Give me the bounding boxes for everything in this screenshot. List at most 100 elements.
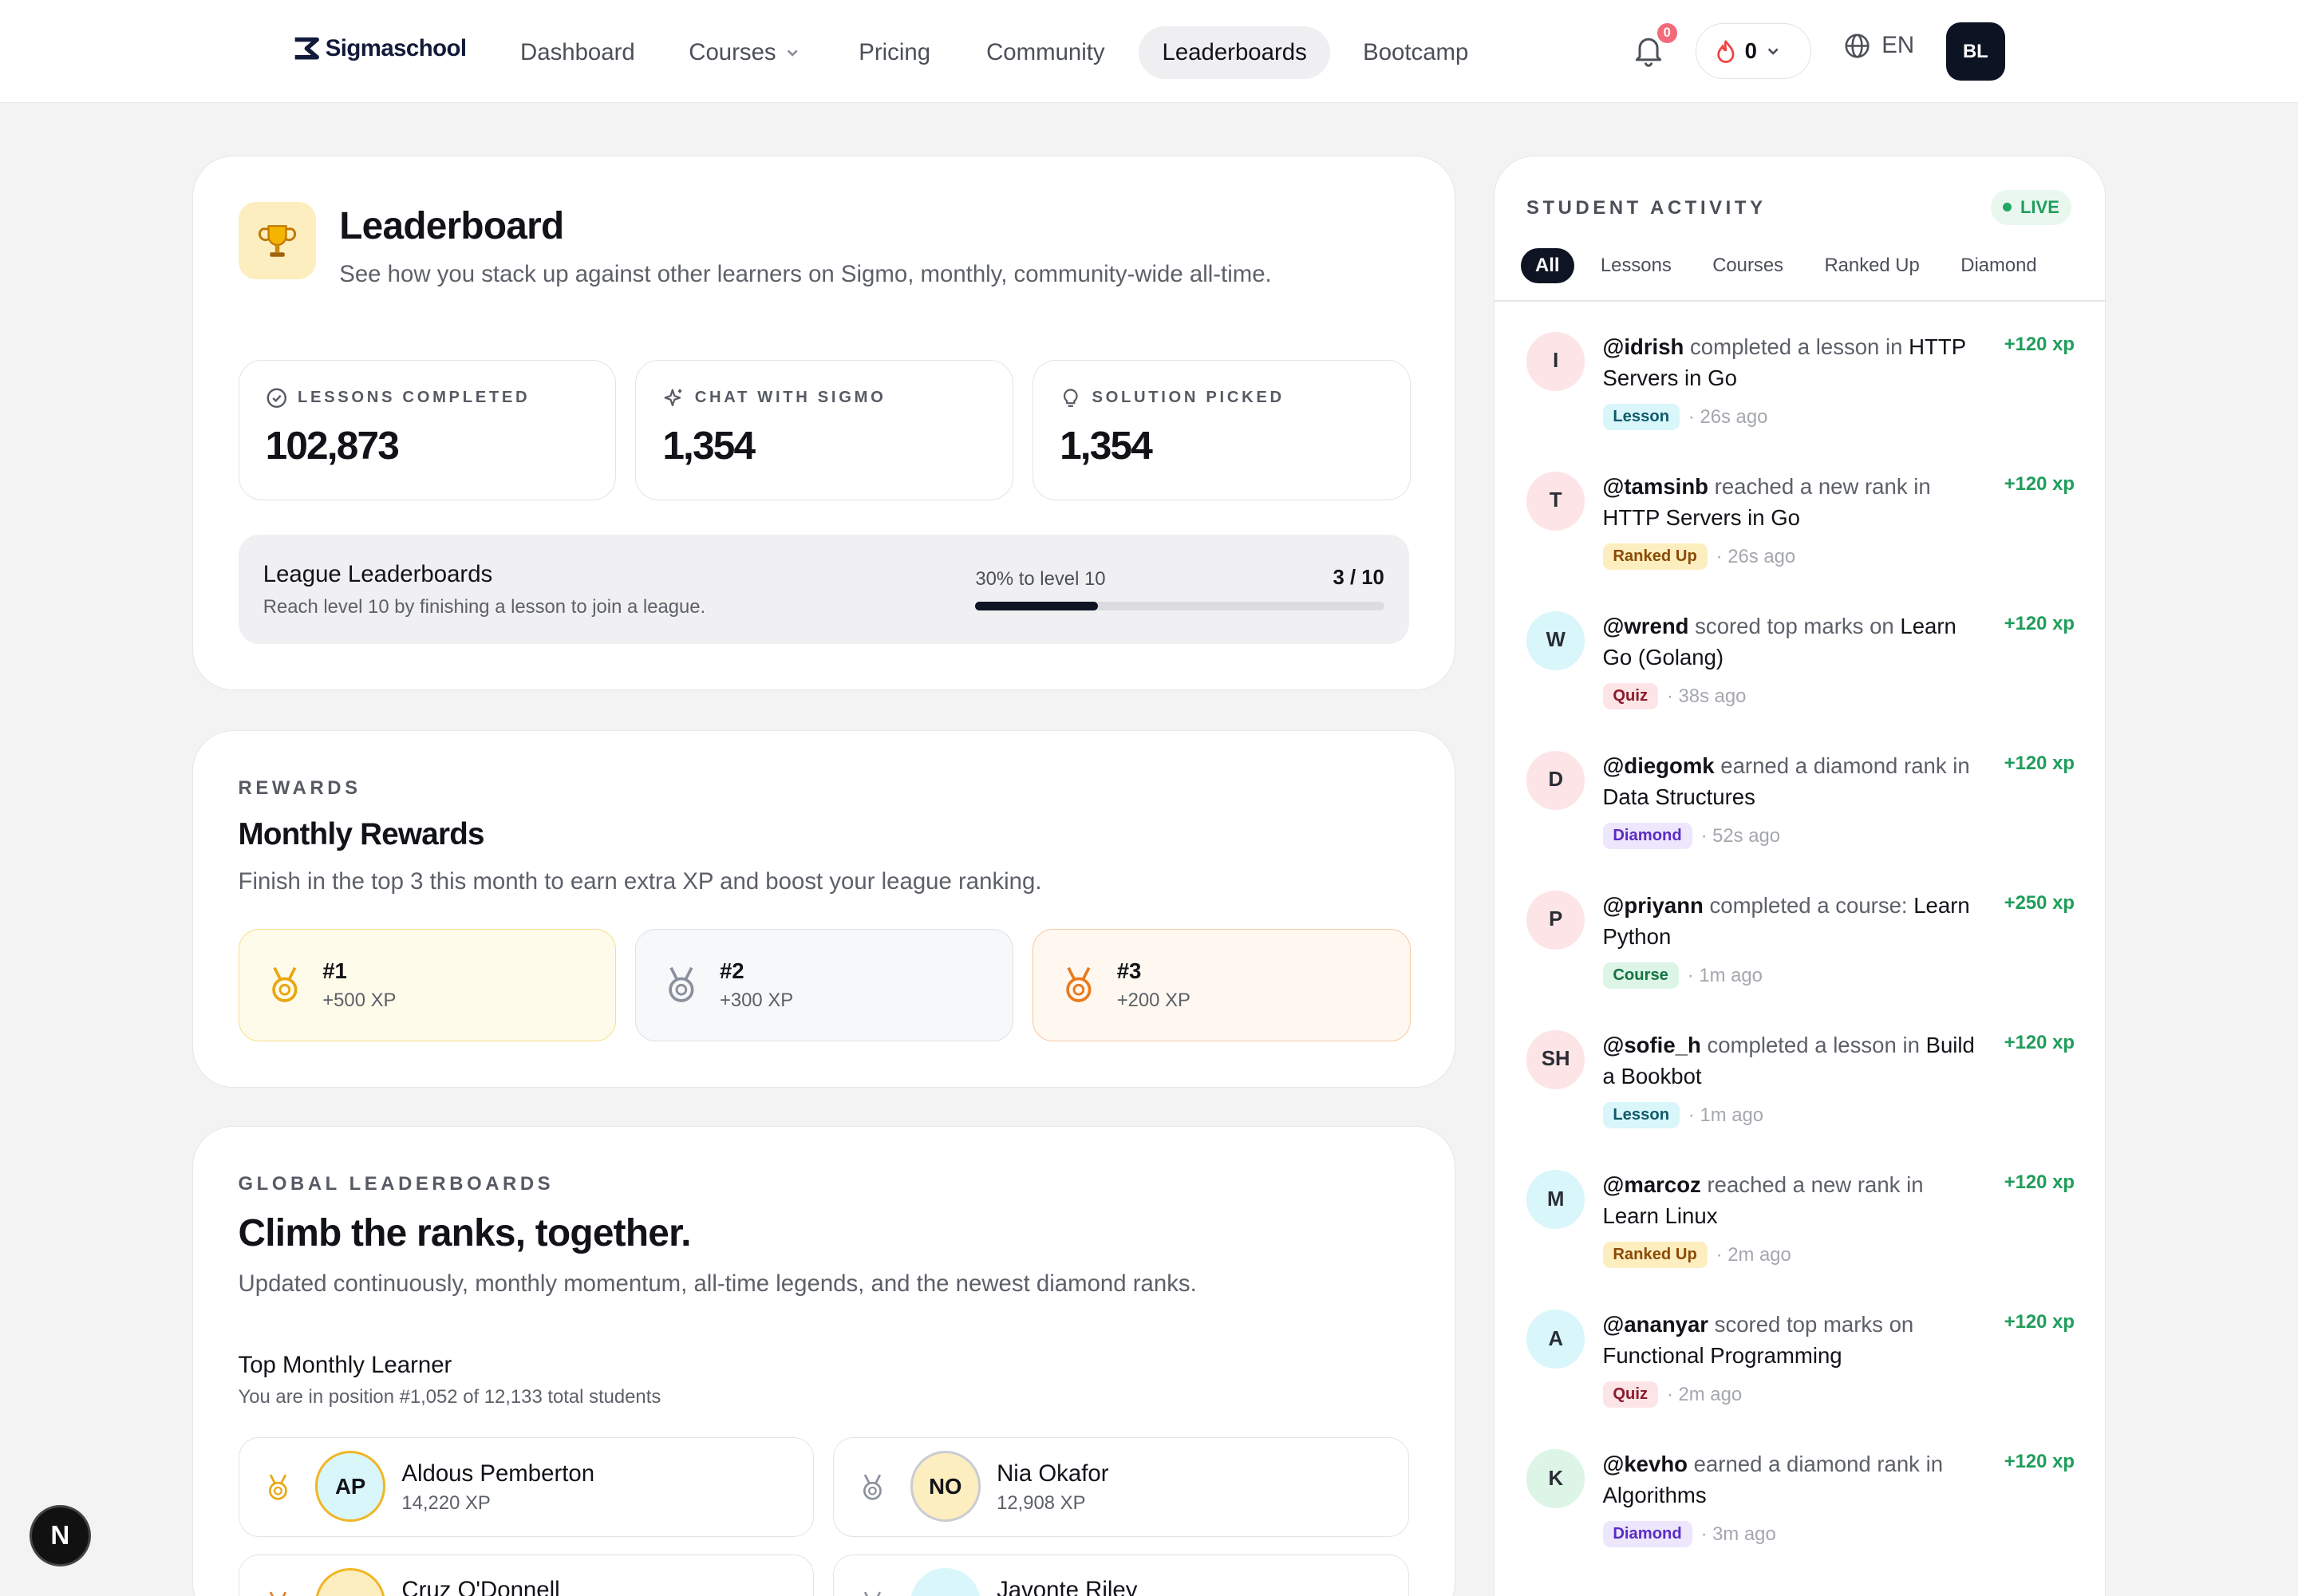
activity-action: earned a diamond rank in — [1720, 753, 1970, 779]
activity-action: reached a new rank in — [1707, 1172, 1924, 1198]
activity-user[interactable]: @diegomk — [1603, 753, 1715, 778]
trophy-badge — [238, 201, 316, 279]
activity-meta: Quiz · 2m ago — [1602, 1381, 1742, 1408]
learner-row[interactable]: NO Nia Okafor 12,908 XP — [833, 1436, 1410, 1537]
tab-ranked-up[interactable]: Ranked Up — [1810, 248, 1934, 283]
sparkle-icon — [664, 389, 682, 407]
globe-icon — [1845, 34, 1870, 58]
activity-text: @kevho earned a diamond rank in Algorith… — [1603, 1449, 1984, 1511]
activity-item[interactable]: T @tamsinb reached a new rank in HTTP Ser… — [1494, 472, 2106, 610]
nav-bootcamp[interactable]: Bootcamp — [1340, 26, 1492, 79]
activity-action: completed a course: — [1709, 893, 1908, 918]
rewards-subtitle: Finish in the top 3 this month to earn e… — [238, 868, 1042, 895]
activity-badge: Diamond — [1602, 823, 1692, 850]
activity-item[interactable]: D @diegomk earned a diamond rank in Data … — [1494, 751, 2106, 890]
activity-title: STUDENT ACTIVITY — [1526, 197, 1767, 219]
medal-icon — [269, 1591, 286, 1596]
activity-course[interactable]: Functional Programming — [1603, 1343, 1842, 1368]
chevron-down-icon — [787, 49, 798, 57]
activity-meta: Diamond · 3m ago — [1602, 1521, 1776, 1548]
nav-courses[interactable]: Courses — [665, 26, 823, 79]
activity-badge: Ranked Up — [1602, 1242, 1708, 1269]
tab-lessons[interactable]: Lessons — [1586, 248, 1687, 283]
activity-avatar: W — [1526, 611, 1585, 670]
activity-avatar: D — [1526, 751, 1585, 810]
medal-icon — [1066, 966, 1092, 1002]
league-progress-bar — [975, 602, 1384, 611]
learner-name: Aldous Pemberton — [401, 1460, 595, 1487]
activity-user[interactable]: @ananyar — [1603, 1312, 1709, 1337]
nav-community[interactable]: Community — [963, 26, 1128, 79]
activity-meta: Lesson · 26s ago — [1602, 404, 1767, 431]
activity-avatar: M — [1526, 1170, 1585, 1229]
nav-dashboard[interactable]: Dashboard — [497, 26, 658, 79]
activity-tabs: All Lessons Courses Ranked Up Diamond — [1520, 247, 2063, 286]
activity-course[interactable]: Algorithms — [1603, 1483, 1707, 1507]
learner-row[interactable]: Javonte Riley — [833, 1554, 1410, 1596]
streak-button[interactable]: 0 — [1696, 23, 1812, 80]
page-title: Leaderboard — [339, 205, 564, 248]
sigma-logo-icon — [294, 38, 319, 60]
activity-item[interactable]: K @kevho earned a diamond rank in Algorit… — [1494, 1449, 2106, 1588]
activity-action: reached a new rank in — [1714, 474, 1931, 500]
activity-item[interactable]: W @wrend scored top marks on Learn Go (Go… — [1494, 611, 2106, 750]
learner-row[interactable]: Cruz O'Donnell — [238, 1554, 815, 1596]
activity-course[interactable]: HTTP Servers in Go — [1603, 505, 1800, 530]
activity-user[interactable]: @kevho — [1603, 1452, 1688, 1476]
activity-user[interactable]: @priyann — [1603, 893, 1704, 918]
language-label: EN — [1881, 32, 1915, 59]
dev-indicator-button[interactable]: N — [29, 1505, 91, 1567]
medal-icon — [864, 1591, 882, 1596]
activity-action: earned a diamond rank in — [1693, 1452, 1944, 1477]
tab-courses[interactable]: Courses — [1698, 248, 1799, 283]
medal-icon — [268, 1474, 287, 1500]
activity-user[interactable]: @idrish — [1603, 334, 1684, 359]
activity-text: @diegomk earned a diamond rank in Data S… — [1603, 751, 1984, 812]
top-monthly-subtitle: You are in position #1,052 of 12,133 tot… — [238, 1385, 661, 1408]
activity-user[interactable]: @marcoz — [1603, 1172, 1701, 1197]
league-title: League Leaderboards — [263, 560, 493, 587]
brand-name: Sigmaschool — [325, 35, 467, 62]
activity-user[interactable]: @tamsinb — [1603, 474, 1708, 499]
activity-course[interactable]: Learn Linux — [1603, 1203, 1718, 1228]
activity-item[interactable]: SH @sofie_h completed a lesson in Build a… — [1494, 1030, 2106, 1169]
nav-pricing[interactable]: Pricing — [835, 26, 954, 79]
learner-avatar — [910, 1568, 981, 1596]
activity-time: · 26s ago — [1716, 545, 1796, 567]
activity-user[interactable]: @sofie_h — [1603, 1033, 1701, 1057]
tab-diamond[interactable]: Diamond — [1946, 248, 2051, 283]
activity-avatar: I — [1526, 332, 1585, 391]
stat-value: 102,873 — [265, 423, 400, 468]
learner-name: Javonte Riley — [997, 1577, 1138, 1596]
user-avatar[interactable]: BL — [1946, 22, 2005, 81]
rewards-title: Monthly Rewards — [238, 817, 485, 852]
language-switcher[interactable]: EN — [1844, 32, 1915, 59]
activity-user[interactable]: @wrend — [1603, 614, 1689, 638]
activity-avatar: P — [1526, 891, 1585, 950]
medal-icon — [669, 966, 694, 1002]
activity-item[interactable]: A @ananyar scored top marks on Functional… — [1494, 1310, 2106, 1448]
activity-meta: Ranked Up · 2m ago — [1602, 1242, 1791, 1269]
learner-row[interactable]: AP Aldous Pemberton 14,220 XP — [238, 1436, 815, 1537]
activity-time: · 1m ago — [1687, 964, 1763, 986]
activity-item[interactable]: I @idrish completed a lesson in HTTP Serv… — [1494, 332, 2106, 471]
activity-xp: +120 xp — [2004, 753, 2075, 775]
tab-all[interactable]: All — [1520, 248, 1574, 284]
reward-xp: +200 XP — [1116, 989, 1190, 1011]
global-eyebrow: GLOBAL LEADERBOARDS — [238, 1173, 555, 1195]
activity-badge: Diamond — [1602, 1521, 1692, 1548]
activity-text: @marcoz reached a new rank in Learn Linu… — [1603, 1170, 1984, 1231]
activity-xp: +120 xp — [2004, 333, 2075, 355]
reward-xp: +300 XP — [719, 989, 794, 1011]
activity-xp: +120 xp — [2004, 1311, 2075, 1333]
nav-leaderboards[interactable]: Leaderboards — [1139, 26, 1331, 80]
activity-action: scored top marks on — [1695, 614, 1894, 639]
activity-xp: +250 xp — [2004, 892, 2075, 915]
activity-item[interactable]: M @marcoz reached a new rank in Learn Lin… — [1494, 1170, 2106, 1309]
activity-meta: Course · 1m ago — [1602, 962, 1763, 990]
activity-item[interactable]: P @priyann completed a course: Learn Pyth… — [1494, 891, 2106, 1029]
medal-icon — [863, 1474, 882, 1500]
reward-rank-3: #3 +200 XP — [1033, 928, 1411, 1042]
brand-logo[interactable]: Sigmaschool — [292, 35, 467, 62]
activity-course[interactable]: Data Structures — [1603, 784, 1755, 809]
